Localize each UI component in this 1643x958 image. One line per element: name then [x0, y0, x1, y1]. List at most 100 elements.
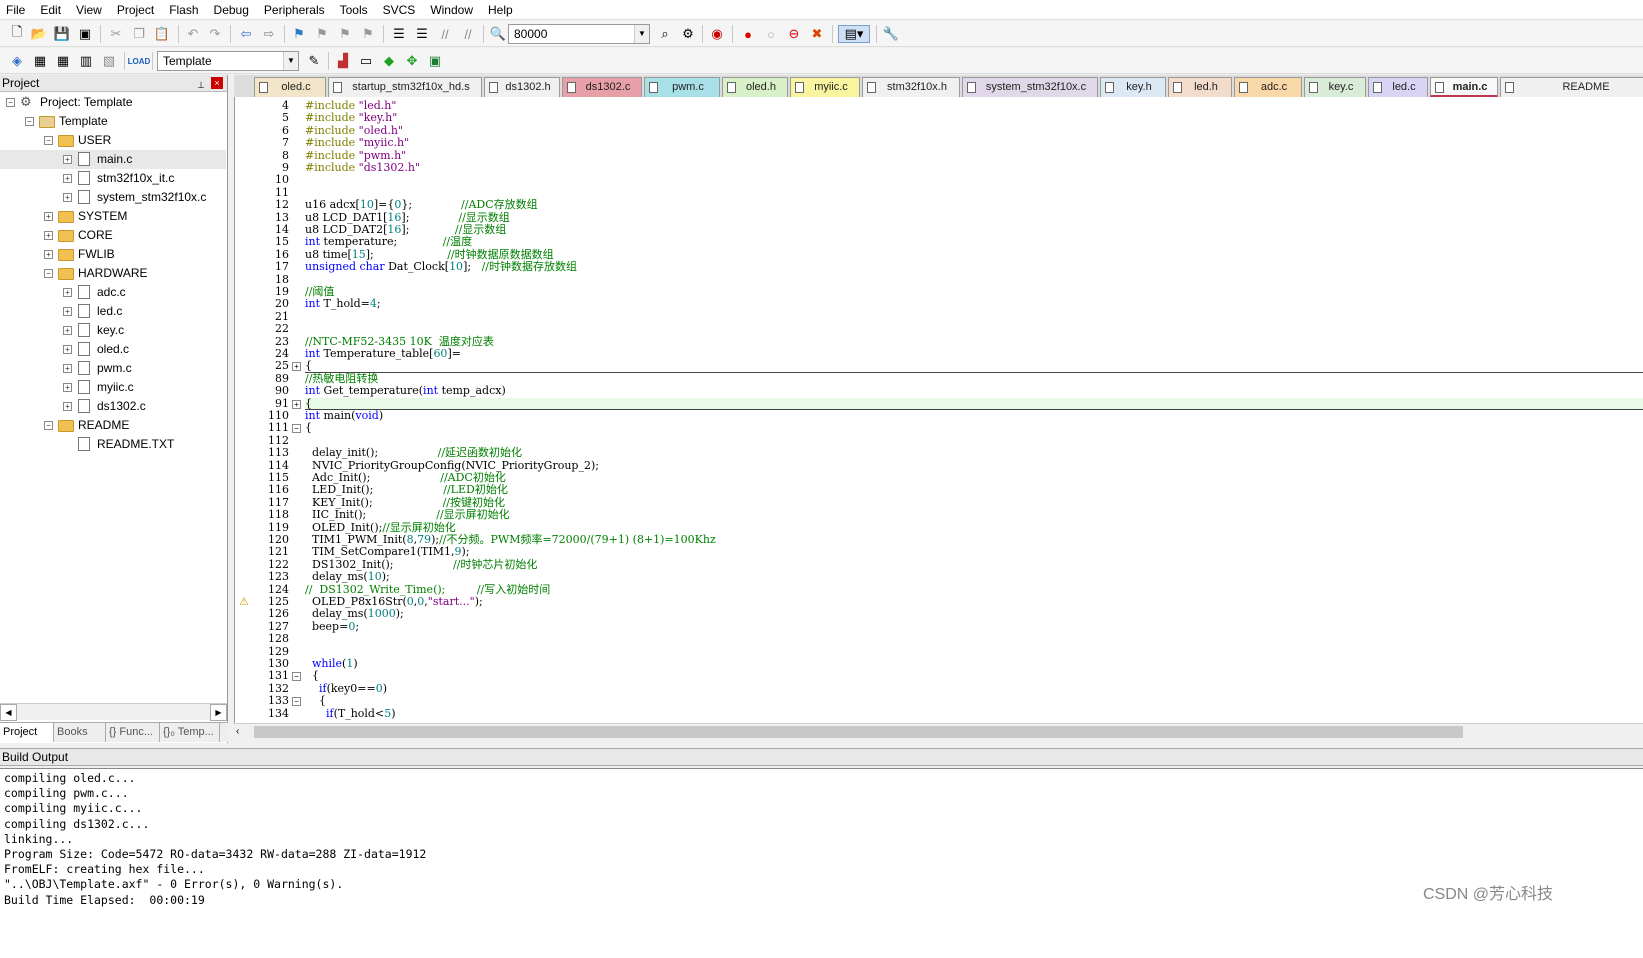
incremental-find-icon[interactable]: ⚙: [679, 25, 697, 43]
expand-icon[interactable]: +: [63, 193, 72, 202]
tree-group-item[interactable]: [0, 226, 226, 245]
panel-tab-3[interactable]: {}₀ Temp...: [160, 723, 220, 742]
expand-icon[interactable]: +: [63, 288, 72, 297]
tab-main-c[interactable]: main.c: [1430, 77, 1498, 97]
menu-item-peripherals[interactable]: Peripherals: [258, 0, 334, 20]
cut-icon[interactable]: ✂: [107, 25, 125, 43]
tree-group-item[interactable]: [0, 131, 226, 150]
collapse-icon[interactable]: −: [6, 98, 15, 107]
tab-led-c[interactable]: led.c: [1368, 77, 1428, 97]
rebuild-icon[interactable]: ▦: [54, 52, 72, 70]
tab-pwm-c[interactable]: pwm.c: [644, 77, 720, 97]
bookmark-clear-icon[interactable]: ⚑: [359, 25, 377, 43]
code-editor[interactable]: 4 5 6 7 8 9 10 11 12 13 14 15 16 17 18 19 20 21 22 23 24 25 +8…: [234, 97, 1643, 723]
tab-adc-c[interactable]: adc.c: [1234, 77, 1302, 97]
close-icon[interactable]: ×: [211, 77, 223, 89]
expand-icon[interactable]: +: [63, 402, 72, 411]
save-all-icon[interactable]: ▣: [76, 25, 94, 43]
menu-item-project[interactable]: Project: [111, 0, 163, 20]
comment-icon[interactable]: //: [436, 25, 454, 43]
collapse-icon[interactable]: −: [44, 269, 53, 278]
code-line[interactable]: beep=0;: [305, 620, 359, 633]
menu-item-debug[interactable]: Debug: [208, 0, 258, 20]
target-select[interactable]: Template ▼: [157, 51, 299, 71]
editor-hscrollbar[interactable]: ‹: [234, 723, 1643, 740]
tab-system-stm32f10x-c[interactable]: system_stm32f10x.c: [962, 77, 1098, 97]
code-line[interactable]: {: [305, 360, 1643, 373]
menu-item-edit[interactable]: Edit: [34, 0, 70, 20]
collapse-icon[interactable]: −: [44, 421, 53, 430]
menu-item-file[interactable]: File: [0, 0, 34, 20]
fold-expand-icon[interactable]: +: [292, 362, 301, 372]
panel-tab-2[interactable]: {} Func...: [106, 723, 160, 742]
stop-build-icon[interactable]: ▧: [100, 52, 118, 70]
configure-icon[interactable]: 🔧: [882, 25, 900, 43]
new-file-icon[interactable]: 🗋: [8, 24, 26, 43]
breakpoint-icon[interactable]: ●: [739, 25, 757, 43]
find-combo[interactable]: 80000 ▼: [508, 24, 650, 44]
disable-all-breakpoints-icon[interactable]: ⊖: [785, 25, 803, 43]
expand-icon[interactable]: +: [44, 250, 53, 259]
fold-collapse-icon[interactable]: −: [292, 697, 301, 707]
fold-expand-icon[interactable]: +: [292, 399, 301, 409]
uncomment-icon[interactable]: //: [459, 25, 477, 43]
bookmark-prev-icon[interactable]: ⚑: [313, 25, 331, 43]
target-options-icon[interactable]: ✎: [305, 52, 323, 70]
menu-item-tools[interactable]: Tools: [334, 0, 377, 20]
chevron-down-icon[interactable]: ▼: [283, 52, 298, 70]
code-line[interactable]: #include "ds1302.h": [305, 161, 420, 174]
collapse-icon[interactable]: −: [44, 136, 53, 145]
debug-session-icon[interactable]: ◉: [708, 25, 726, 43]
collapse-icon[interactable]: −: [25, 117, 34, 126]
download-icon[interactable]: LOAD: [128, 52, 151, 70]
code-line[interactable]: int Get_temperature(int temp_adcx): [305, 384, 506, 397]
code-line[interactable]: unsigned char Dat_Clock[10]; //时钟数据存放数组: [305, 260, 577, 273]
bookmark-icon[interactable]: ⚑: [290, 25, 308, 43]
menu-item-help[interactable]: Help: [482, 0, 522, 20]
window-layout-icon[interactable]: ▤▾: [838, 25, 870, 43]
tab-startup-stm32f10x-hd-s[interactable]: startup_stm32f10x_hd.s: [328, 77, 482, 97]
batch-build-icon[interactable]: ▥: [77, 52, 95, 70]
undo-icon[interactable]: ↶: [184, 25, 202, 43]
expand-icon[interactable]: +: [63, 307, 72, 316]
tab-stm32f10x-h[interactable]: stm32f10x.h: [862, 77, 960, 97]
menu-item-svcs[interactable]: SVCS: [377, 0, 425, 20]
code-line[interactable]: {: [305, 422, 312, 434]
tab-ds1302-c[interactable]: ds1302.c: [562, 77, 642, 97]
panel-tab-0[interactable]: Project: [0, 723, 54, 742]
bookmark-next-icon[interactable]: ⚑: [336, 25, 354, 43]
expand-icon[interactable]: +: [63, 383, 72, 392]
scroll-thumb[interactable]: [254, 726, 1463, 738]
build-icon[interactable]: ▦: [31, 52, 49, 70]
code-line[interactable]: {: [305, 397, 1643, 410]
expand-icon[interactable]: +: [63, 155, 72, 164]
code-line[interactable]: int T_hold=4;: [305, 298, 381, 310]
indent-icon[interactable]: ☰: [390, 25, 408, 43]
menu-item-window[interactable]: Window: [424, 0, 482, 20]
copy-icon[interactable]: ❐: [130, 25, 148, 43]
open-folder-icon[interactable]: 📂: [30, 25, 48, 43]
disable-breakpoint-icon[interactable]: ○: [762, 25, 780, 43]
pack-installer-icon[interactable]: ✥: [403, 52, 421, 70]
scroll-right-icon[interactable]: ▶: [210, 704, 227, 721]
tab-oled-h[interactable]: oled.h: [722, 77, 788, 97]
find-in-files-icon[interactable]: 🔍: [489, 25, 507, 43]
expand-icon[interactable]: +: [44, 231, 53, 240]
code-line[interactable]: int Temperature_table[60]=: [305, 347, 461, 360]
expand-icon[interactable]: +: [63, 174, 72, 183]
unindent-icon[interactable]: ☰: [413, 25, 431, 43]
scroll-left-icon[interactable]: ‹: [236, 724, 239, 740]
code-line[interactable]: int main(void): [305, 409, 383, 422]
tab-key-h[interactable]: key.h: [1100, 77, 1166, 97]
menu-item-flash[interactable]: Flash: [163, 0, 207, 20]
kill-breakpoints-icon[interactable]: ✖: [808, 25, 826, 43]
expand-icon[interactable]: +: [44, 212, 53, 221]
translate-icon[interactable]: ◈: [8, 52, 26, 70]
expand-icon[interactable]: +: [63, 345, 72, 354]
chevron-down-icon[interactable]: ▼: [634, 25, 649, 43]
fold-collapse-icon[interactable]: −: [292, 672, 301, 682]
manage-runtime-icon[interactable]: ◆: [380, 52, 398, 70]
panel-tab-1[interactable]: Books: [54, 723, 106, 742]
menu-item-view[interactable]: View: [70, 0, 111, 20]
expand-icon[interactable]: +: [63, 326, 72, 335]
